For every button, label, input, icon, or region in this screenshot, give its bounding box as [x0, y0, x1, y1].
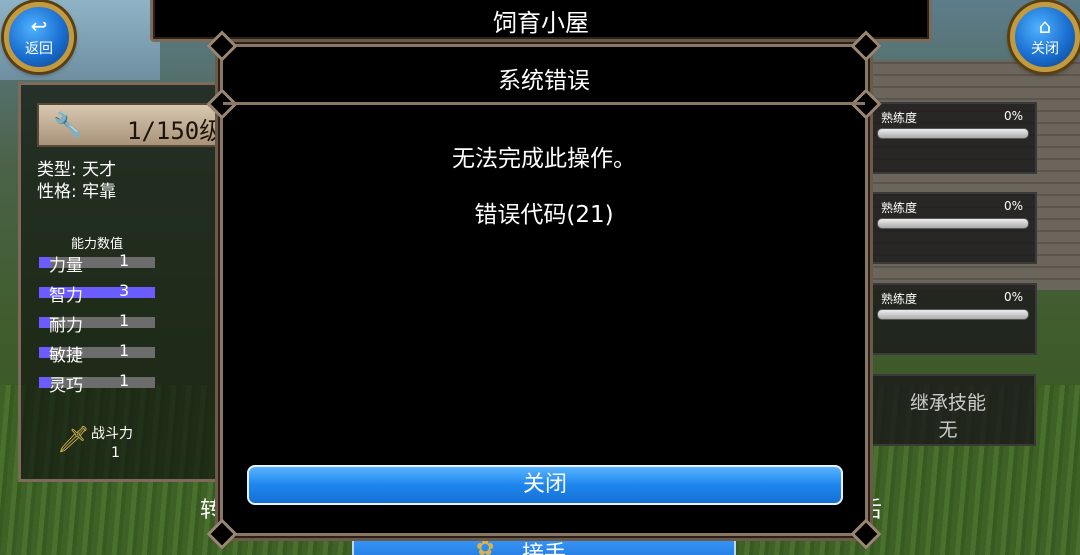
skill-proficiency-label: 熟练度: [881, 111, 918, 125]
error-code: 错误代码(21): [474, 202, 614, 228]
stat-row-intelligence: 智力 3: [39, 281, 155, 306]
take-over-label: 接手: [522, 542, 567, 555]
stat-value: 3: [119, 281, 130, 300]
stat-row-agility: 敏捷 1: [39, 341, 155, 366]
page-title: 饲育小屋: [493, 9, 589, 37]
skill-proficiency-label: 熟练度: [881, 292, 918, 306]
stat-value: 1: [119, 341, 130, 360]
feather-icon: ✿: [476, 536, 495, 555]
inherit-skill-value: 无: [938, 419, 958, 441]
inherit-skill-panel[interactable]: 继承技能 无: [860, 374, 1036, 446]
stat-value: 1: [119, 311, 130, 330]
stat-row-strength: 力量 1: [39, 251, 155, 276]
stat-name: 灵巧: [49, 376, 83, 396]
sword-icon: 🗡: [57, 425, 91, 455]
personality-line: 性格: 牢靠: [37, 182, 117, 202]
stats-title: 能力数值: [71, 237, 124, 252]
skill-proficiency-percent: 0%: [1003, 109, 1023, 123]
home-icon: ⌂: [1038, 14, 1052, 38]
skill-proficiency-bar: [877, 218, 1029, 229]
pet-info-panel: 🔧 1/150级 类型: 天才 性格: 牢靠 能力数值 力量 1 智力 3 耐力…: [18, 82, 238, 482]
stat-name: 力量: [49, 256, 83, 276]
combat-power-value: 1: [111, 445, 120, 461]
error-message: 无法完成此操作。: [452, 146, 636, 172]
combat-power-label: 战斗力: [91, 426, 133, 442]
skill-proficiency-percent: 0%: [1003, 290, 1023, 304]
skill-proficiency-percent: 0%: [1003, 199, 1023, 213]
skill-slot-3[interactable]: 熟练度 0%: [865, 283, 1037, 355]
back-button-label: 返回: [25, 41, 53, 57]
back-button[interactable]: ↩ 返回: [4, 2, 74, 72]
level-box: 🔧 1/150级: [37, 103, 237, 147]
dialog-header: 系统错误: [223, 47, 865, 105]
skill-slot-1[interactable]: 熟练度 0%: [865, 102, 1037, 174]
skill-proficiency-bar: [877, 309, 1029, 320]
close-button-label: 关闭: [1031, 41, 1059, 57]
skill-proficiency-label: 熟练度: [881, 201, 918, 215]
title-bar: 饲育小屋: [150, 0, 932, 42]
inherit-skill-title: 继承技能: [909, 392, 986, 414]
stat-row-dexterity: 灵巧 1: [39, 371, 155, 396]
stat-name: 敏捷: [49, 346, 83, 366]
stat-value: 1: [119, 251, 130, 270]
stat-value: 1: [119, 371, 130, 390]
level-text: 1/150级: [127, 117, 224, 145]
back-arrow-icon: ↩: [30, 14, 48, 38]
stat-name: 耐力: [49, 316, 83, 336]
dialog-close-button[interactable]: 关闭: [247, 465, 843, 505]
skill-proficiency-bar: [877, 128, 1029, 139]
close-button[interactable]: ⌂ 关闭: [1010, 2, 1080, 72]
skill-slot-2[interactable]: 熟练度 0%: [865, 192, 1037, 264]
stat-row-stamina: 耐力 1: [39, 311, 155, 336]
system-error-dialog: 系统错误 无法完成此操作。 错误代码(21) 关闭: [206, 30, 882, 550]
bottom-left-label: 转: [200, 498, 223, 523]
dialog-title: 系统错误: [498, 68, 590, 94]
dialog-close-label: 关闭: [522, 472, 567, 497]
wrench-icon: 🔧: [53, 111, 83, 139]
stat-name: 智力: [49, 286, 83, 306]
